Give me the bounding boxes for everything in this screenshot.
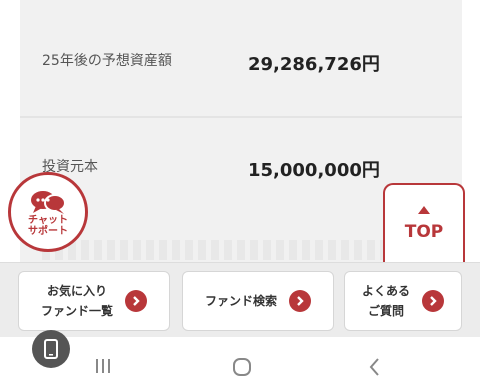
summary-label: 25年後の予想資産額 [42, 53, 172, 69]
phone-icon[interactable] [32, 330, 70, 368]
fund-search-button[interactable]: ファンド検索 [182, 271, 334, 331]
obscured-text [42, 240, 442, 260]
row-divider [20, 116, 462, 118]
chevron-right-icon [289, 290, 311, 312]
quick-links-bar: お気に入り ファンド一覧 ファンド検索 よくある ご質問 [0, 262, 480, 337]
back-to-top-button[interactable]: TOP [383, 183, 465, 263]
button-label: よくある ご質問 [361, 284, 410, 318]
chat-bubbles-icon [31, 191, 66, 214]
chat-support-button[interactable]: チャット サポート [8, 172, 88, 252]
summary-value: 29,286,726円 [248, 54, 380, 75]
chevron-right-icon [422, 290, 444, 312]
summary-value: 15,000,000円 [248, 160, 380, 181]
home-icon[interactable] [231, 355, 253, 377]
chevron-right-icon [125, 290, 147, 312]
button-label: お気に入り ファンド一覧 [40, 284, 113, 318]
top-label: TOP [404, 222, 444, 242]
favorite-funds-button[interactable]: お気に入り ファンド一覧 [18, 271, 170, 331]
chat-label-line2: サポート [28, 226, 68, 237]
chat-label-line1: チャット [28, 215, 68, 226]
faq-button[interactable]: よくある ご質問 [344, 271, 462, 331]
back-icon[interactable] [366, 355, 382, 377]
button-label: ファンド検索 [204, 294, 277, 308]
summary-row-projected: 25年後の予想資産額 29,286,726円 [20, 22, 462, 102]
triangle-up-icon [418, 206, 430, 214]
recent-apps-icon[interactable] [94, 355, 112, 375]
